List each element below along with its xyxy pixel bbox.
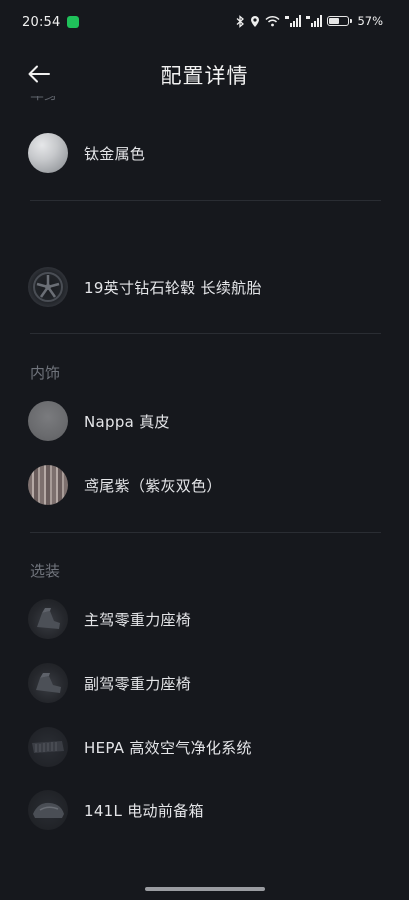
item-label: 钛金属色 [84,144,146,163]
item-label: HEPA 高效空气净化系统 [84,738,252,757]
location-icon [251,15,260,27]
list-item-option: 141L 电动前备箱 [28,787,388,833]
divider [30,532,381,533]
signal-sim2-icon [306,15,323,27]
item-label: 主驾零重力座椅 [84,610,192,629]
item-label: Nappa 真皮 [84,412,170,431]
battery-icon [327,16,353,26]
list-item-option: HEPA 高效空气净化系统 [28,724,388,770]
divider [30,200,381,201]
seat-icon [36,673,61,693]
item-label: 鸢尾紫（紫灰双色） [84,476,222,495]
status-icons: 57% [236,14,383,28]
status-bar: 20:54 57% [0,0,409,46]
chat-notification-icon [67,16,79,28]
wheel-icon [33,272,63,302]
divider [30,333,381,334]
item-label: 141L 电动前备箱 [84,801,204,820]
section-label-interior: 内饰 [30,364,61,382]
header: 配置详情 [0,52,409,96]
page-title: 配置详情 [160,64,249,88]
air-filter-icon [32,741,64,753]
wifi-icon [265,15,280,27]
battery-percent: 57% [357,14,383,28]
section-label-exterior: 车身 [30,96,58,106]
material-swatch [28,401,68,441]
list-item-interior-material: Nappa 真皮 [28,398,388,444]
status-time: 20:54 [22,15,61,30]
bluetooth-icon [236,14,245,28]
list-item-exterior-color: 钛金属色 [28,130,388,176]
item-label: 19英寸钻石轮毂 长续航胎 [84,278,262,297]
wheel-thumbnail [28,267,68,307]
home-indicator[interactable] [145,887,265,891]
list-item-wheels: 19英寸钻石轮毂 长续航胎 [28,264,388,310]
front-trunk-icon [33,802,64,818]
filter-thumbnail [28,727,68,767]
battery-level [329,18,340,24]
trunk-thumbnail [28,790,68,830]
interior-color-swatch [28,465,68,505]
seat-thumbnail [28,663,68,703]
item-label: 副驾零重力座椅 [84,674,192,693]
list-item-interior-color: 鸢尾紫（紫灰双色） [28,462,388,508]
signal-sim1-icon [285,15,302,27]
seat-icon [37,608,60,629]
list-item-option: 副驾零重力座椅 [28,660,388,706]
list-item-option: 主驾零重力座椅 [28,596,388,642]
color-swatch [28,133,68,173]
section-label-options: 选装 [30,562,61,580]
seat-thumbnail [28,599,68,639]
